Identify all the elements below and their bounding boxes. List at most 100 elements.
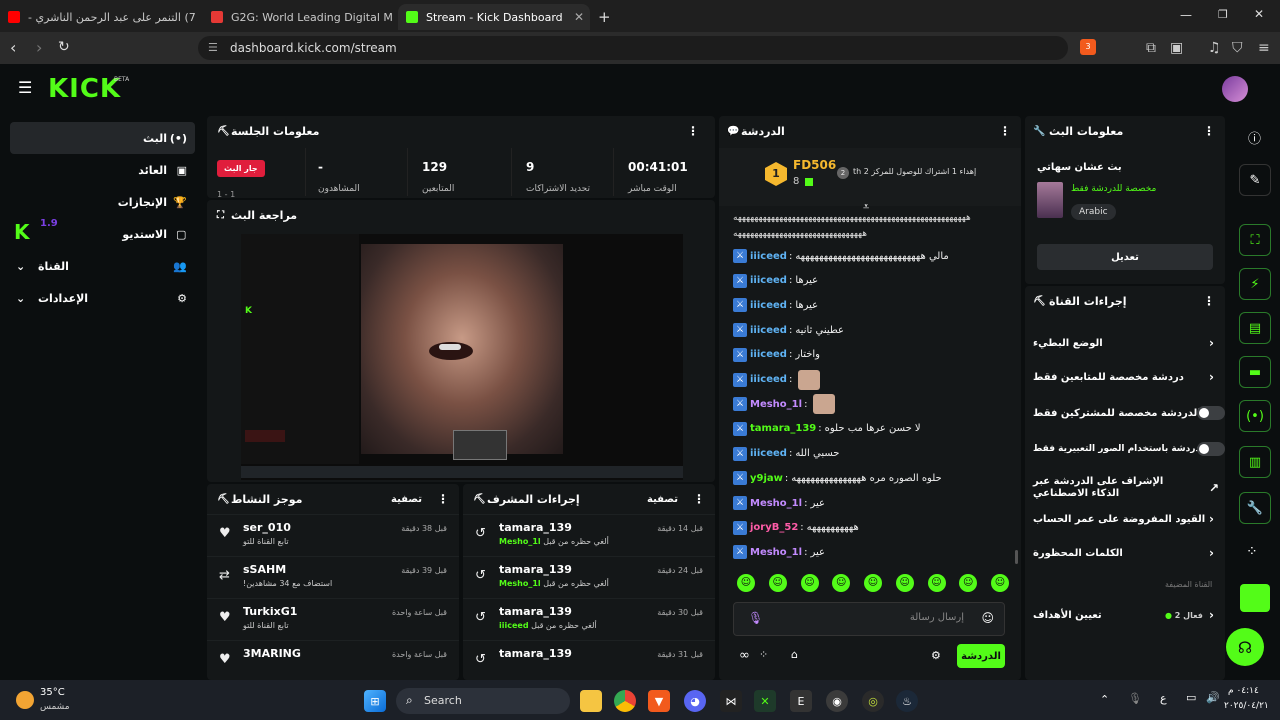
- tab-g2g[interactable]: G2G: World Leading Digital Marketpl: [203, 4, 393, 30]
- windows-start-icon[interactable]: ⊞: [364, 690, 386, 712]
- microphone-icon[interactable]: 🎙: [1128, 692, 1142, 705]
- action-slow-mode[interactable]: الوضع البطيء ›: [1033, 328, 1219, 358]
- edit-layout-button[interactable]: ✎: [1239, 164, 1271, 196]
- extensions-icon[interactable]: ⧉: [1146, 40, 1156, 56]
- clock-time[interactable]: ٠٤:١٤ م: [1228, 686, 1259, 696]
- reload-icon[interactable]: ↻: [58, 39, 70, 55]
- chat-username[interactable]: iiiceed: [750, 325, 787, 336]
- address-input[interactable]: ☰ dashboard.kick.com/stream 3: [198, 36, 1096, 60]
- sidebar-item-achievements[interactable]: الإنجازات 🏆: [10, 186, 195, 218]
- studio-button[interactable]: ⛶: [1239, 224, 1271, 256]
- chevron-up-icon[interactable]: ⌃: [1100, 693, 1109, 706]
- volume-icon[interactable]: 🔊: [1206, 691, 1220, 704]
- infinity-icon[interactable]: ∞: [739, 648, 750, 663]
- edit-button[interactable]: تعديل: [1037, 244, 1213, 270]
- chrome-icon[interactable]: [614, 690, 636, 712]
- store-icon[interactable]: ⌂: [791, 648, 798, 661]
- emote-icon[interactable]: ☺: [927, 574, 946, 592]
- site-info-icon[interactable]: ☰: [208, 41, 218, 54]
- action-subscribers-only[interactable]: الدردشة مخصصة للمشتركين فقط: [1033, 398, 1225, 428]
- action-account-age[interactable]: القيود المفروضة على عمر الحساب ›: [1033, 504, 1219, 534]
- layout-button[interactable]: ▥: [1239, 446, 1271, 478]
- sidebar-icon[interactable]: ▣: [1170, 40, 1183, 56]
- chat-username[interactable]: iiiceed: [750, 275, 787, 286]
- support-button[interactable]: ☊: [1226, 628, 1264, 666]
- chat-username[interactable]: Mesho_1l: [750, 498, 802, 509]
- maximize-icon[interactable]: ❐: [1218, 8, 1228, 21]
- more-options-icon[interactable]: ⋮: [693, 492, 705, 506]
- new-tab-button[interactable]: +: [598, 4, 618, 30]
- action-banned-words[interactable]: الكلمات المحظورة ›: [1033, 538, 1219, 568]
- chat-scrollbar[interactable]: [1015, 550, 1018, 564]
- action-emotes-only[interactable]: الدردشة باستخدام الصور التعبيرية فقط: [1033, 434, 1225, 464]
- microphone-icon[interactable]: 🎙: [748, 611, 763, 625]
- emote-icon[interactable]: ☺: [895, 574, 914, 592]
- settings-icon[interactable]: ⚙: [931, 649, 941, 662]
- emote-icon[interactable]: ☺: [800, 574, 819, 592]
- app-icon[interactable]: ✕: [754, 690, 776, 712]
- hamburger-icon[interactable]: ☰: [18, 78, 32, 97]
- action-followers-only[interactable]: دردشة مخصصة للمتابعين فقط ›: [1033, 362, 1219, 392]
- community-icon[interactable]: ⁘: [759, 648, 768, 661]
- send-button[interactable]: الدردشة: [957, 644, 1005, 668]
- brave-shield-icon[interactable]: 3: [1080, 39, 1096, 55]
- chat-username[interactable]: y9jaw: [750, 473, 783, 484]
- chat-username[interactable]: Mesho_1l: [750, 399, 802, 410]
- more-options-icon[interactable]: ⋮: [1203, 124, 1215, 138]
- epic-games-icon[interactable]: E: [790, 690, 812, 712]
- sidebar-item-settings[interactable]: ⌄ الإعدادات ⚙: [10, 282, 195, 314]
- capcut-icon[interactable]: ⋈: [720, 690, 742, 712]
- chat-username[interactable]: iiiceed: [750, 300, 787, 311]
- file-explorer-icon[interactable]: [580, 690, 602, 712]
- emote-icon[interactable]: ☺: [737, 574, 755, 592]
- vpn-icon[interactable]: ⛉: [1232, 40, 1243, 56]
- close-icon[interactable]: ✕: [574, 10, 584, 24]
- weather-temp[interactable]: 35°C: [40, 687, 65, 698]
- chat-username[interactable]: iiiceed: [750, 374, 787, 385]
- sidebar-item-stream[interactable]: البث (•): [10, 122, 195, 154]
- forward-icon[interactable]: ›: [36, 38, 42, 57]
- emote-icon[interactable]: ☺: [959, 574, 978, 592]
- more-options-icon[interactable]: ⋮: [437, 492, 449, 506]
- sidebar-item-channel[interactable]: ⌄ القناة 👥: [10, 250, 195, 282]
- message-input[interactable]: 🎙 إرسال رسالة ☺: [733, 602, 1005, 636]
- chat-username[interactable]: tamara_139: [750, 423, 816, 434]
- sidebar-item-revenue[interactable]: العائد ▣: [10, 154, 195, 186]
- more-options-icon[interactable]: ⋮: [1203, 294, 1215, 308]
- more-options-icon[interactable]: ⋮: [687, 124, 699, 138]
- sidebar-item-studio[interactable]: K 1.9 الاستديو ▢: [10, 218, 195, 250]
- emote-icon[interactable]: ☺: [832, 574, 851, 592]
- action-set-goals[interactable]: تعيين الأهداف ● فعال 2 ›: [1033, 600, 1219, 630]
- brave-icon[interactable]: ▼: [648, 690, 670, 712]
- screen-thumbnail[interactable]: [1240, 584, 1270, 612]
- broadcast-button[interactable]: (•): [1239, 400, 1271, 432]
- filter-button[interactable]: تصفية: [647, 494, 678, 505]
- subscribers-only-toggle[interactable]: [1197, 406, 1225, 420]
- tools-button[interactable]: 🔧: [1239, 492, 1271, 524]
- category-link[interactable]: مخصصة للدردشة فقط: [1071, 184, 1156, 194]
- stream-video[interactable]: K: [241, 234, 683, 480]
- kick-logo[interactable]: KICK: [48, 74, 121, 104]
- lightning-button[interactable]: ⚡: [1239, 268, 1271, 300]
- more-options-icon[interactable]: ⋮: [999, 124, 1011, 138]
- emote-icon[interactable]: ☺: [864, 574, 882, 592]
- menu-icon[interactable]: ≡: [1258, 40, 1270, 56]
- music-icon[interactable]: ♫: [1208, 40, 1221, 56]
- community-icon[interactable]: ⁘: [1246, 544, 1258, 560]
- network-icon[interactable]: ▭: [1186, 691, 1196, 704]
- notes-button[interactable]: ▤: [1239, 312, 1271, 344]
- avatar[interactable]: [1222, 76, 1248, 102]
- back-icon[interactable]: ‹: [10, 38, 16, 57]
- app-icon[interactable]: ◎: [862, 690, 884, 712]
- tab-kick-dashboard[interactable]: Stream - Kick Dashboard ✕: [398, 4, 590, 30]
- filter-button[interactable]: تصفية: [391, 494, 422, 505]
- chat-button[interactable]: ▬: [1239, 356, 1271, 388]
- minimize-icon[interactable]: —: [1180, 8, 1192, 22]
- discord-icon[interactable]: ◕: [684, 690, 706, 712]
- chat-username[interactable]: Mesho_1l: [750, 547, 802, 558]
- chat-username[interactable]: iiiceed: [750, 448, 787, 459]
- language-indicator[interactable]: ع: [1160, 692, 1167, 705]
- window-close-icon[interactable]: ✕: [1254, 7, 1264, 21]
- gifter-name[interactable]: FD506: [793, 158, 836, 172]
- info-icon[interactable]: ⓘ: [1248, 128, 1261, 147]
